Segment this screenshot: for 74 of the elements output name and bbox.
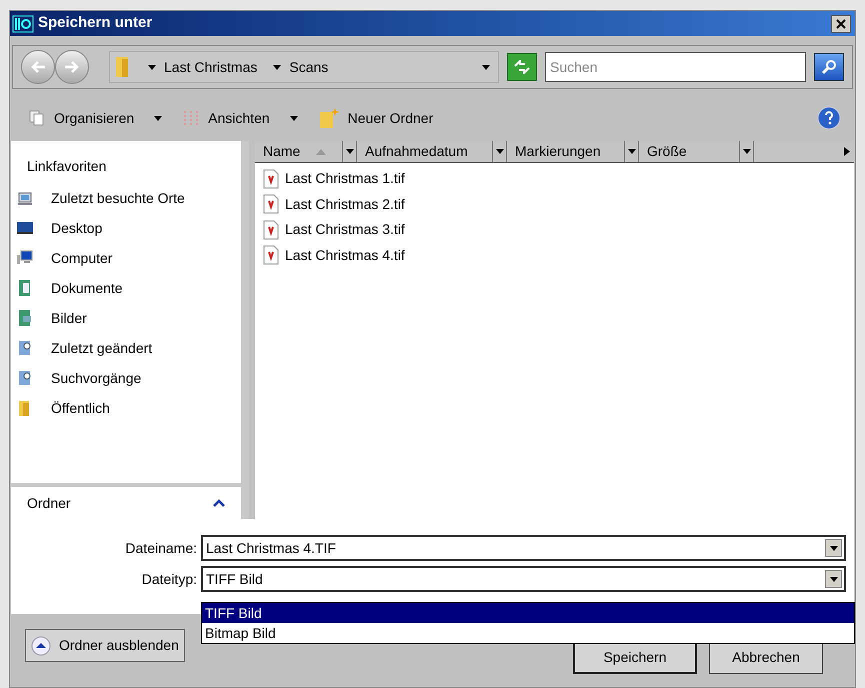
search-field[interactable]: Suchen [545, 52, 806, 82]
caret-icon [830, 576, 838, 582]
caret-icon [290, 116, 298, 120]
computer-icon [17, 250, 33, 266]
caret-icon [154, 116, 162, 120]
history-caret-icon [482, 64, 490, 70]
column-menu-caret-icon [628, 149, 636, 154]
search-icon [17, 370, 33, 386]
image-file-icon [263, 220, 279, 240]
refresh-arrows-icon [513, 60, 531, 74]
caret-icon [830, 546, 838, 550]
hide-folders-button[interactable]: Ordner ausblenden [25, 629, 185, 662]
breadcrumb-caret-icon [148, 64, 156, 70]
close-icon [836, 18, 846, 28]
help-icon[interactable] [817, 106, 841, 130]
scroll-right-icon[interactable] [844, 147, 850, 156]
toolbar-button[interactable]: Neuer Ordner [314, 103, 438, 133]
favorite-link[interactable]: Dokumente [11, 273, 241, 303]
toolbar-button[interactable]: Organisieren [24, 103, 166, 133]
column-header[interactable]: Aufnahmedatum [357, 141, 507, 162]
save-button[interactable]: Speichern [573, 641, 697, 674]
search-button[interactable] [814, 53, 844, 81]
dropdown-option[interactable]: TIFF Bild [202, 603, 854, 623]
refresh-button[interactable] [507, 53, 537, 81]
search-icon [17, 340, 33, 356]
desktop-icon [17, 220, 33, 236]
pictures-icon [17, 310, 33, 326]
image-file-icon [263, 168, 279, 189]
window-title: Speichern unter [38, 13, 152, 34]
back-arrow-icon [30, 60, 46, 74]
breadcrumb-caret-icon [273, 64, 282, 70]
field-label: Dateityp: [140, 570, 198, 589]
favorite-link[interactable]: Suchvorgänge [11, 363, 241, 393]
favorite-link[interactable]: Bilder [11, 303, 241, 333]
favorite-link[interactable]: Zuletzt besuchte Orte [11, 183, 241, 213]
favorite-link[interactable]: Desktop [11, 213, 241, 243]
file-item[interactable]: Last Christmas 3.tif [263, 217, 854, 242]
address-bar[interactable]: Last Christmas Scans [109, 51, 499, 83]
search-icon [821, 59, 837, 75]
docs-icon [17, 280, 33, 296]
app-icon [12, 14, 34, 32]
toolbar-button[interactable]: Ansichten [178, 103, 302, 133]
dropdown-button[interactable] [825, 570, 842, 588]
column-header[interactable]: Name [255, 141, 357, 162]
close-button[interactable] [831, 14, 851, 32]
combo-box[interactable]: Last Christmas 4.TIF [201, 535, 846, 561]
columns-icon [182, 109, 200, 127]
favorite-link[interactable]: Öffentlich [11, 393, 241, 423]
image-file-icon [263, 245, 279, 266]
image-file-icon [263, 194, 279, 214]
column-header[interactable]: Markierungen [507, 141, 639, 162]
breadcrumb-item[interactable]: Last Christmas [164, 56, 258, 78]
combo-box[interactable]: TIFF Bild [201, 566, 846, 592]
cancel-button[interactable]: Abbrechen [709, 641, 823, 674]
dropdown-button[interactable] [825, 539, 842, 557]
file-item[interactable]: Last Christmas 4.tif [263, 242, 854, 268]
column-menu-caret-icon [346, 149, 354, 154]
file-item[interactable]: Last Christmas 1.tif [263, 166, 854, 192]
new-folder-icon [318, 107, 340, 129]
recent-icon [17, 190, 33, 206]
column-header[interactable]: Größe [639, 141, 754, 162]
section-heading: Linkfavoriten [27, 157, 108, 176]
column-menu-caret-icon [496, 149, 504, 154]
pages-icon [28, 109, 46, 127]
chevron-up-circle-icon [31, 636, 51, 656]
column-menu-caret-icon [742, 149, 750, 154]
field-label: Dateiname: [124, 538, 198, 558]
forward-arrow-icon [64, 60, 80, 74]
file-item[interactable]: Last Christmas 2.tif [263, 192, 854, 217]
breadcrumb-item[interactable]: Scans [289, 56, 328, 78]
forward-button[interactable] [55, 50, 89, 84]
favorite-link[interactable]: Zuletzt geändert [11, 333, 241, 363]
favorite-link[interactable]: Computer [11, 243, 241, 273]
back-button[interactable] [21, 50, 55, 84]
